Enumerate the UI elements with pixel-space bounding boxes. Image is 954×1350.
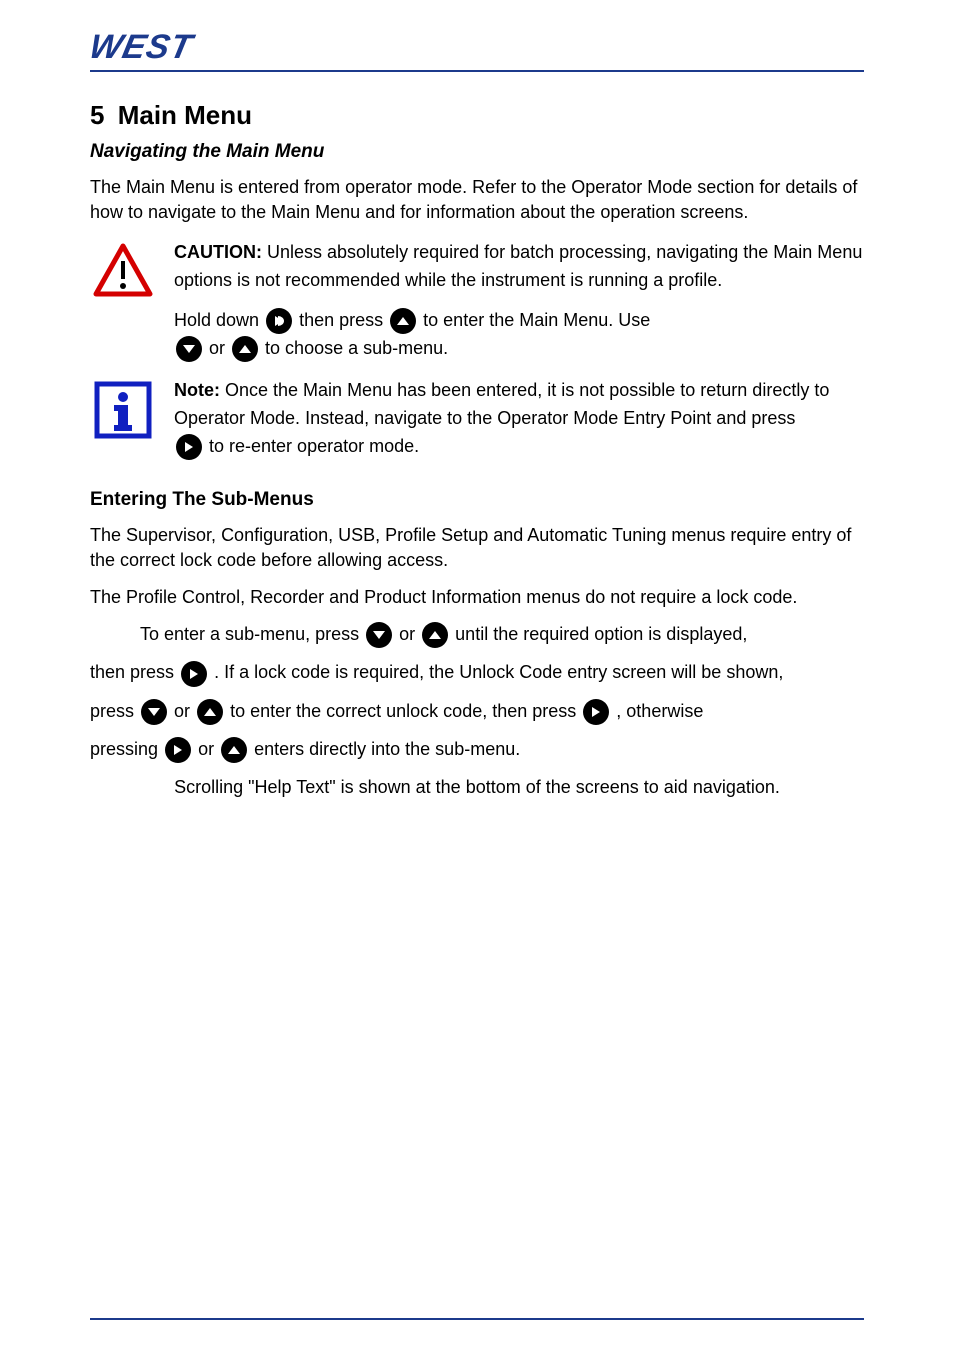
note-label: Note: (174, 380, 220, 400)
text-fragment: to re-enter operator mode. (209, 436, 419, 456)
up-icon (197, 699, 223, 725)
down-icon (366, 622, 392, 648)
nav-line-5: then press . If a lock code is required,… (90, 660, 864, 686)
down-icon (141, 699, 167, 725)
text-fragment: press (90, 701, 139, 721)
note-body: Once the Main Menu has been entered, it … (174, 380, 829, 428)
up-icon (422, 622, 448, 648)
text-fragment: pressing (90, 739, 163, 759)
section-number: 5 (90, 100, 104, 130)
intro-paragraph: The Main Menu is entered from operator m… (90, 175, 864, 225)
header-rule (90, 70, 864, 72)
text-fragment: . If a lock code is required, the Unlock… (214, 662, 783, 682)
note-line1: Note: Once the Main Menu has been entere… (174, 377, 864, 433)
info-icon (94, 381, 152, 444)
up-icon (232, 336, 258, 362)
submenu-p2: The Profile Control, Recorder and Produc… (90, 585, 864, 610)
down-icon (176, 336, 202, 362)
text-fragment: To enter a sub-menu, press (140, 624, 364, 644)
text-fragment: enters directly into the sub-menu. (254, 739, 520, 759)
section-title: Main Menu (118, 100, 252, 130)
nav-line-4: To enter a sub-menu, press or until the … (90, 622, 864, 648)
next-icon (583, 699, 609, 725)
note-block: Note: Once the Main Menu has been entere… (90, 377, 864, 461)
text-fragment: or (399, 624, 420, 644)
caution-line2: Hold down then press to enter the Main M… (174, 307, 864, 335)
text-fragment: or (209, 338, 230, 358)
next-icon (165, 737, 191, 763)
caution-body: Unless absolutely required for batch pro… (174, 242, 862, 290)
brand-logo: WEST (90, 30, 864, 64)
caution-block: CAUTION: Unless absolutely required for … (90, 239, 864, 363)
text-fragment: Hold down (174, 310, 264, 330)
submenu-p1: The Supervisor, Configuration, USB, Prof… (90, 523, 864, 573)
text-fragment: then press (299, 310, 388, 330)
caution-label: CAUTION: (174, 242, 262, 262)
text-fragment: or (198, 739, 219, 759)
text-fragment: to enter the Main Menu. Use (423, 310, 650, 330)
next-icon (266, 308, 292, 334)
footer-rule (90, 1318, 864, 1320)
nav-line-6: press or to enter the correct unlock cod… (90, 699, 864, 725)
up-icon (221, 737, 247, 763)
text-fragment: to choose a sub-menu. (265, 338, 448, 358)
text-fragment: until the required option is displayed, (455, 624, 747, 644)
section-subheading: Navigating the Main Menu (90, 141, 864, 163)
help-text-note: Scrolling "Help Text" is shown at the bo… (90, 775, 864, 800)
text-fragment: to enter the correct unlock code, then p… (230, 701, 581, 721)
subsection-heading: Entering The Sub-Menus (90, 489, 864, 511)
nav-line-7: pressing or enters directly into the sub… (90, 737, 864, 763)
text-fragment: , otherwise (616, 701, 703, 721)
up-icon (390, 308, 416, 334)
text-fragment: then press (90, 662, 179, 682)
next-icon (176, 434, 202, 460)
footer (90, 1278, 864, 1320)
warning-icon (93, 243, 153, 302)
caution-line1: CAUTION: Unless absolutely required for … (174, 239, 864, 295)
section-heading: 5 Main Menu (90, 100, 864, 131)
text-fragment: or (174, 701, 195, 721)
caution-line3: or to choose a sub-menu. (174, 335, 864, 363)
note-line2: to re-enter operator mode. (174, 433, 864, 461)
next-icon (181, 661, 207, 687)
